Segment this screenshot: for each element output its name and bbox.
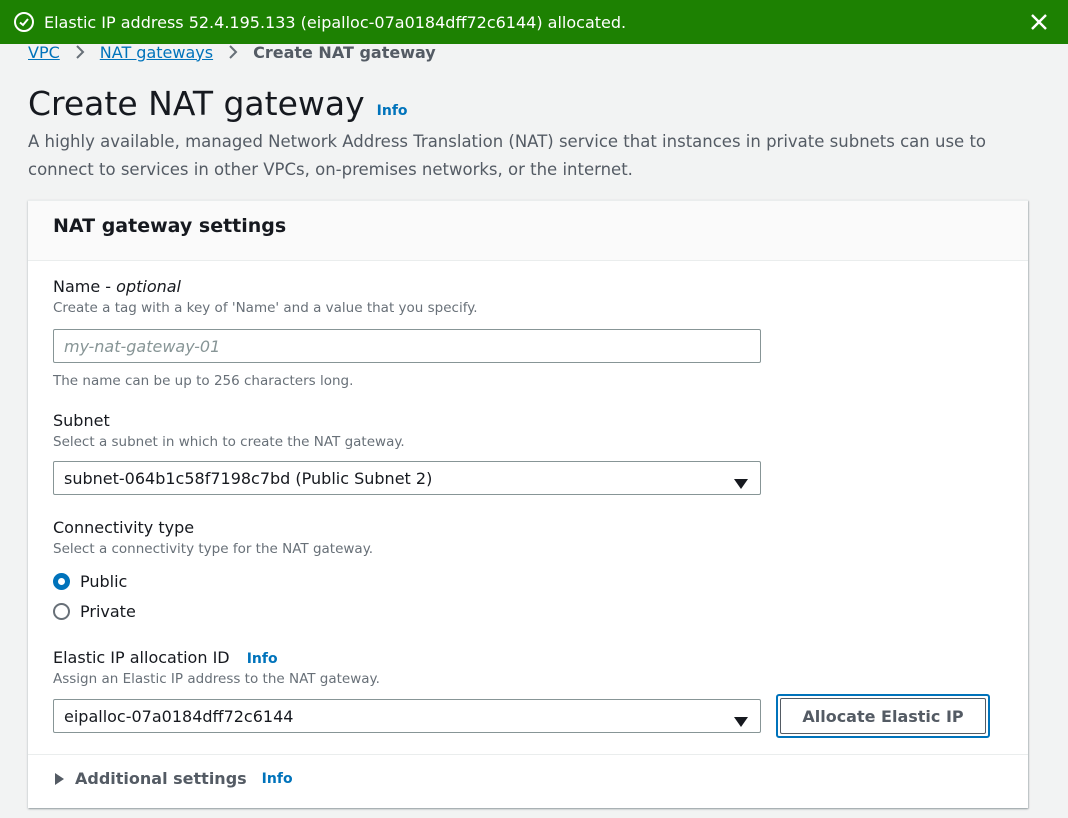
page-title: Create NAT gateway — [28, 84, 365, 123]
eip-field: Elastic IP allocation ID Info Assign an … — [53, 648, 380, 687]
breadcrumb: VPC NAT gateways Create NAT gateway — [28, 40, 436, 64]
name-hint: Create a tag with a key of 'Name' and a … — [53, 300, 478, 316]
name-field: Name - optional Create a tag with a key … — [53, 277, 478, 316]
success-flashbar: Elastic IP address 52.4.195.133 (eipallo… — [0, 0, 1068, 44]
name-label: Name - optional — [53, 277, 181, 296]
panel-title: NAT gateway settings — [28, 201, 1028, 261]
subnet-field: Subnet Select a subnet in which to creat… — [53, 411, 405, 450]
page-description: A highly available, managed Network Addr… — [28, 132, 987, 179]
breadcrumb-nat-gateways[interactable]: NAT gateways — [100, 43, 213, 62]
divider — [28, 754, 1028, 755]
subnet-label: Subnet — [53, 411, 110, 430]
breadcrumb-current: Create NAT gateway — [253, 42, 436, 62]
chevron-right-icon — [74, 45, 86, 59]
name-placeholder: my-nat-gateway-01 — [64, 336, 221, 356]
subnet-hint: Select a subnet in which to create the N… — [53, 434, 405, 450]
caret-down-icon — [734, 474, 748, 493]
caret-down-icon — [734, 712, 748, 731]
connectivity-field: Connectivity type Select a connectivity … — [53, 518, 373, 557]
additional-info-link[interactable]: Info — [262, 771, 293, 787]
eip-select[interactable]: eipalloc-07a0184dff72c6144 — [53, 699, 761, 733]
radio-public-label: Public — [80, 571, 128, 591]
eip-label: Elastic IP allocation ID — [53, 648, 230, 667]
subnet-value: subnet-064b1c58f7198c7bd (Public Subnet … — [64, 468, 433, 488]
connectivity-radio-group: Public Private — [53, 566, 136, 626]
caret-right-icon — [55, 772, 64, 785]
check-circle-icon — [14, 12, 34, 32]
allocate-elastic-ip-button[interactable]: Allocate Elastic IP — [776, 694, 990, 738]
eip-label-row: Elastic IP allocation ID Info — [53, 648, 380, 667]
allocate-elastic-ip-label: Allocate Elastic IP — [780, 698, 986, 734]
subnet-select[interactable]: subnet-064b1c58f7198c7bd (Public Subnet … — [53, 461, 761, 495]
eip-hint: Assign an Elastic IP address to the NAT … — [53, 671, 380, 687]
chevron-right-icon — [227, 45, 239, 59]
page-header: Create NAT gateway Info — [28, 84, 408, 123]
radio-public[interactable]: Public — [53, 566, 136, 596]
breadcrumb-vpc[interactable]: VPC — [28, 43, 60, 62]
radio-selected-icon — [53, 572, 70, 590]
eip-info-link[interactable]: Info — [247, 651, 278, 667]
title-info-link[interactable]: Info — [377, 103, 408, 119]
radio-private-label: Private — [80, 601, 136, 621]
additional-settings-label: Additional settings — [75, 769, 247, 788]
close-icon[interactable] — [1028, 11, 1050, 33]
name-constraint: The name can be up to 256 characters lon… — [53, 373, 354, 389]
optional-label: optional — [116, 277, 181, 296]
radio-private[interactable]: Private — [53, 596, 136, 626]
flash-message: Elastic IP address 52.4.195.133 (eipallo… — [44, 12, 627, 32]
connectivity-label: Connectivity type — [53, 518, 195, 537]
eip-value: eipalloc-07a0184dff72c6144 — [64, 706, 294, 726]
connectivity-hint: Select a connectivity type for the NAT g… — [53, 541, 374, 557]
nat-gateway-settings-panel: NAT gateway settings Name - optional Cre… — [28, 200, 1028, 808]
radio-unselected-icon — [53, 602, 70, 620]
name-input[interactable]: my-nat-gateway-01 — [53, 329, 761, 363]
additional-settings-expander[interactable]: Additional settings Info — [53, 769, 293, 788]
